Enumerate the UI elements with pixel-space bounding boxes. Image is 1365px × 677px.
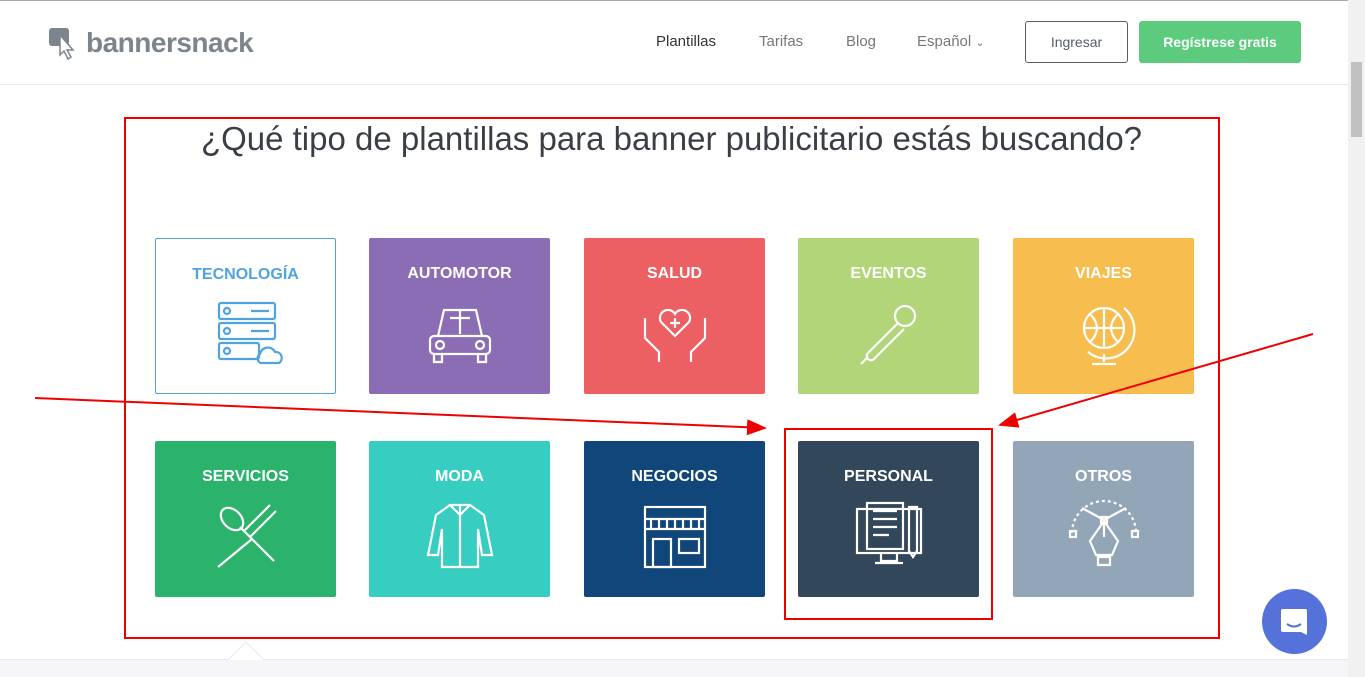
- scrollbar-thumb[interactable]: [1351, 62, 1362, 137]
- pointer-notch: [228, 641, 264, 660]
- chat-icon: [1281, 609, 1307, 635]
- annotation-arrow-left: [34, 397, 767, 436]
- annotation-arrow-right: [998, 333, 1314, 428]
- annotation-arrows: [34, 333, 1314, 436]
- chat-button[interactable]: [1262, 589, 1327, 654]
- bottom-bar: [0, 659, 1348, 677]
